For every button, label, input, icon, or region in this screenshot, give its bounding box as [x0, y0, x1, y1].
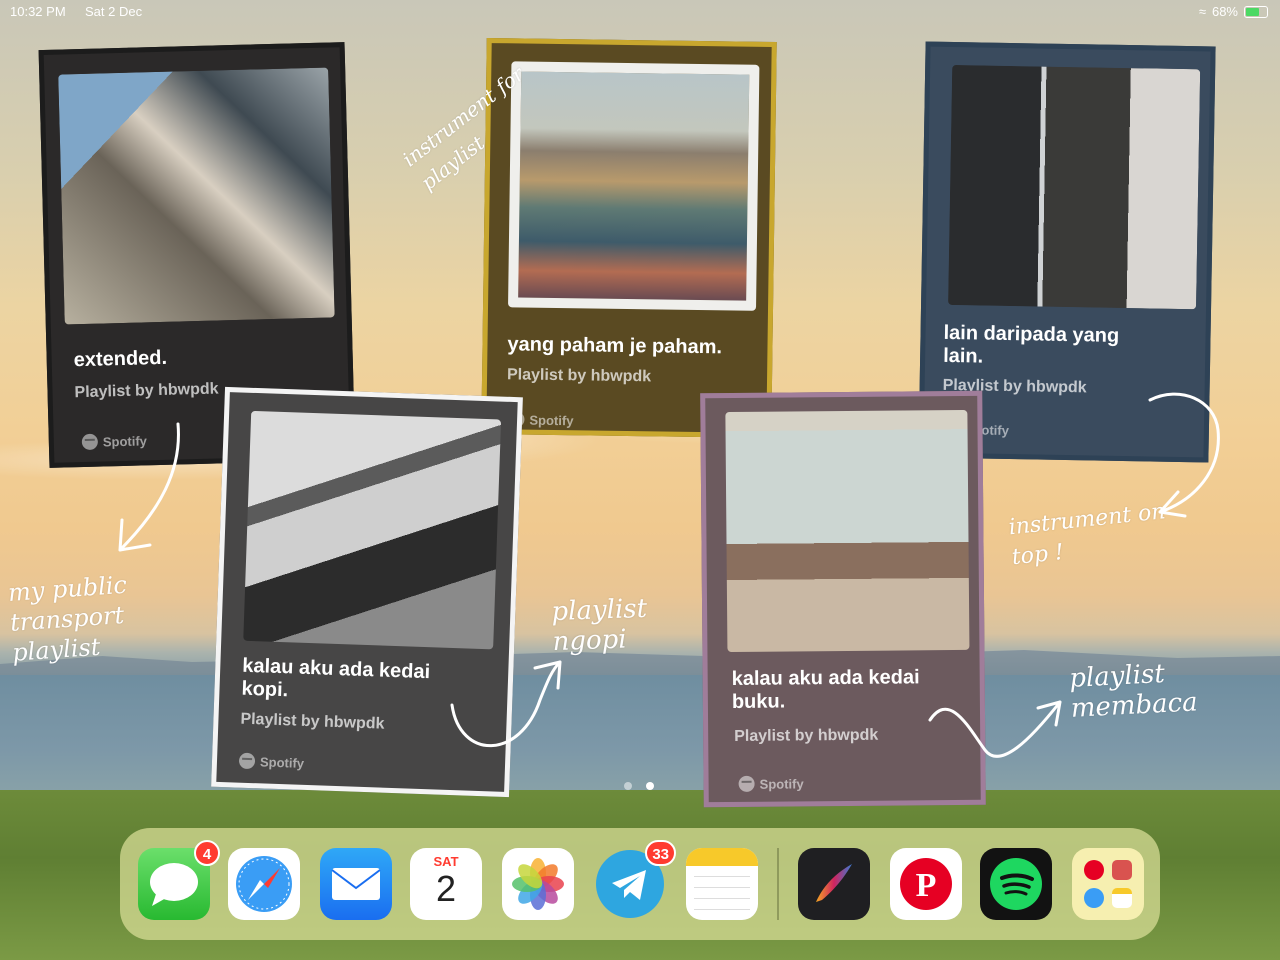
wifi-icon: ≈	[1198, 4, 1206, 19]
calendar-date: 2	[435, 868, 457, 909]
status-indicators: ≈ 68%	[1199, 4, 1268, 19]
spotify-logo-icon	[990, 858, 1042, 910]
battery-icon	[1244, 5, 1268, 18]
photos-flower-icon	[512, 858, 564, 910]
widget-title: kalau aku ada kedai buku.	[731, 666, 920, 713]
mini-safari-icon	[1084, 888, 1104, 908]
brush-icon	[816, 864, 852, 902]
widget-cover-cafe	[243, 410, 502, 650]
widget-subtitle: Playlist by hbwpdk	[240, 710, 385, 733]
battery-percent: 68%	[1211, 4, 1238, 19]
widget-cover-collage	[58, 67, 335, 325]
pinterest-icon: P	[900, 858, 952, 910]
page-dot-active[interactable]	[646, 782, 654, 790]
notes-app[interactable]	[686, 848, 758, 920]
spotify-brand: Spotify	[738, 775, 804, 792]
widget-title: yang paham je paham.	[507, 333, 723, 359]
widget-subtitle: Playlist by hbwpdk	[506, 366, 652, 386]
recent-apps-folder[interactable]	[1072, 848, 1144, 920]
spotify-icon	[738, 775, 755, 792]
spotify-app[interactable]	[980, 848, 1052, 920]
pinterest-app[interactable]: P	[890, 848, 962, 920]
calendar-day: SAT	[433, 854, 459, 869]
telegram-badge: 33	[645, 840, 676, 866]
status-bar: 10:32 PM Sat 2 Dec ≈ 68%	[0, 0, 1280, 24]
widget-kedai-kopi[interactable]: kalau aku ada kedai kopi. Playlist by hb…	[211, 386, 523, 798]
telegram-app[interactable]: 33	[594, 840, 676, 920]
mini-notes-icon	[1112, 888, 1132, 908]
note-playlist-membaca: playlist membaca	[1068, 658, 1199, 724]
spotify-icon	[81, 433, 99, 451]
widget-subtitle: Playlist by hbwpdk	[734, 726, 879, 745]
photos-app[interactable]	[502, 848, 574, 920]
procreate-app[interactable]	[798, 848, 870, 920]
envelope-icon	[331, 868, 381, 900]
note-public-transport: my public transport playlist	[7, 570, 128, 667]
dock-divider	[777, 848, 779, 920]
status-time: 10:32 PM	[10, 4, 66, 19]
mini-contacts-icon	[1112, 860, 1132, 880]
widget-cover-collage	[948, 64, 1201, 310]
compass-icon	[236, 856, 292, 912]
widget-kedai-buku[interactable]: kalau aku ada kedai buku. Playlist by hb…	[700, 390, 986, 808]
widget-title: lain daripada yang lain.	[942, 321, 1120, 368]
notes-lines-icon	[694, 876, 750, 910]
svg-text:P: P	[916, 867, 937, 904]
widget-cover-bookstore	[725, 409, 970, 653]
note-playlist-ngopi: playlist ngopi	[550, 593, 648, 658]
spotify-brand: Spotify	[81, 432, 147, 451]
safari-app[interactable]	[228, 848, 300, 920]
widget-title: kalau aku ada kedai kopi.	[241, 654, 431, 702]
page-indicator[interactable]	[624, 782, 654, 790]
calendar-app[interactable]: SAT 2	[410, 848, 482, 920]
widget-title: extended.	[73, 346, 168, 372]
spotify-icon	[238, 752, 256, 770]
page-dot[interactable]	[624, 782, 632, 790]
notes-header	[686, 848, 758, 866]
status-date: Sat 2 Dec	[85, 4, 143, 19]
messages-app[interactable]: 4	[138, 840, 220, 920]
mail-app[interactable]	[320, 848, 392, 920]
spotify-brand: Spotify	[238, 752, 305, 771]
mini-pinterest-icon	[1084, 860, 1104, 880]
messages-badge: 4	[194, 840, 220, 866]
widget-subtitle: Playlist by hbwpdk	[74, 380, 219, 402]
